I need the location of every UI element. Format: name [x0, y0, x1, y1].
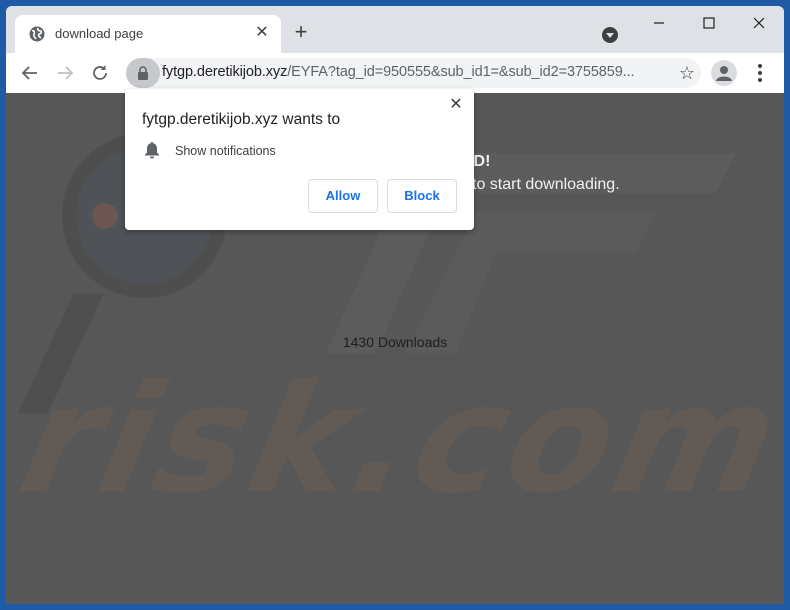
- tab-title: download page: [55, 26, 144, 41]
- person-icon: [716, 66, 732, 81]
- toolbar: fytgp.deretikijob.xyz/EYFA?tag_id=950555…: [6, 53, 784, 93]
- forward-button[interactable]: [53, 61, 77, 85]
- close-window-button[interactable]: [744, 12, 774, 34]
- maximize-button[interactable]: [694, 12, 724, 34]
- reload-button[interactable]: [88, 61, 112, 85]
- popup-title: fytgp.deretikijob.xyz wants to: [142, 111, 341, 128]
- arrow-right-icon: [58, 66, 74, 80]
- lock-icon: [138, 66, 148, 80]
- profile-button[interactable]: [711, 60, 737, 86]
- back-button[interactable]: [18, 61, 42, 85]
- bookmark-star-icon[interactable]: ☆: [677, 63, 697, 83]
- tab-download-page[interactable]: download page ✕: [15, 15, 281, 53]
- tab-search-icon[interactable]: [602, 27, 618, 43]
- address-bar[interactable]: fytgp.deretikijob.xyz/EYFA?tag_id=950555…: [126, 58, 701, 88]
- notification-permission-popup: fytgp.deretikijob.xyz wants to ✕ Show no…: [125, 89, 474, 230]
- arrow-left-icon: [21, 66, 37, 80]
- tab-strip: download page ✕ +: [6, 6, 784, 53]
- allow-button[interactable]: Allow: [308, 179, 378, 213]
- reload-icon: [93, 65, 107, 80]
- downloads-count: 1430 Downloads: [342, 334, 448, 350]
- url-text[interactable]: fytgp.deretikijob.xyz/EYFA?tag_id=950555…: [162, 64, 635, 80]
- url-path: /EYFA?tag_id=950555&sub_id1=&sub_id2=375…: [287, 64, 635, 80]
- bell-icon: [145, 142, 159, 159]
- block-button[interactable]: Block: [387, 179, 457, 213]
- new-tab-button[interactable]: +: [290, 21, 312, 44]
- globe-icon: [29, 26, 45, 42]
- browser-window: download page ✕ + fytgp.deretikijob.xyz/…: [6, 6, 784, 604]
- popup-close-icon[interactable]: ✕: [448, 97, 464, 113]
- permission-label: Show notifications: [175, 144, 276, 158]
- watermark-text: risk.com: [7, 353, 784, 527]
- minimize-icon: [654, 22, 664, 24]
- page-subline: to start downloading.: [472, 176, 620, 193]
- tab-close-icon[interactable]: ✕: [253, 24, 271, 42]
- kebab-menu-icon[interactable]: [750, 61, 770, 85]
- minimize-button[interactable]: [644, 12, 674, 34]
- url-host: fytgp.deretikijob.xyz: [162, 64, 288, 80]
- close-icon: [753, 17, 765, 29]
- maximize-icon: [703, 17, 715, 29]
- watermark-dot: [92, 203, 118, 229]
- site-info-button[interactable]: [126, 58, 160, 88]
